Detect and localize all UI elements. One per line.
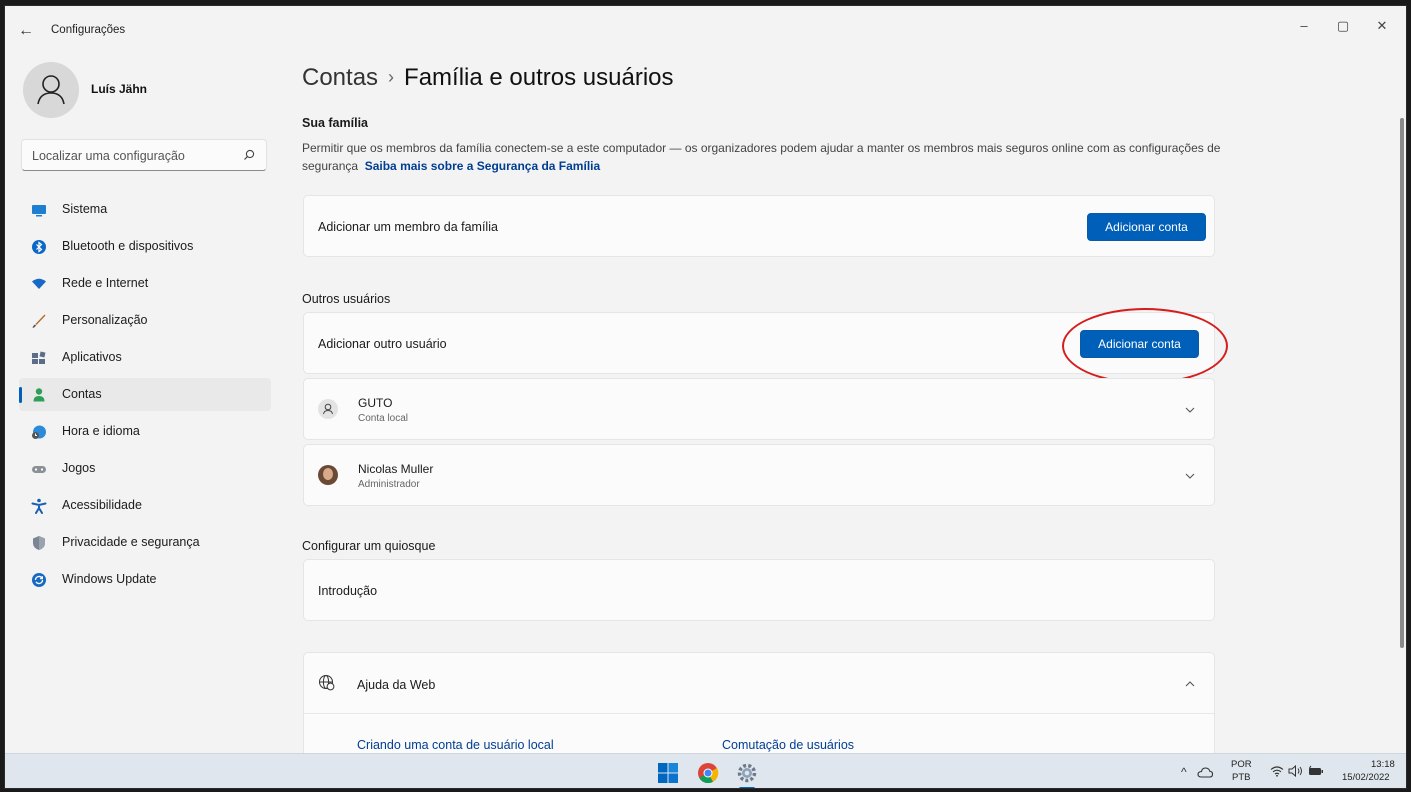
monitor-icon	[32, 205, 46, 217]
sidebar-item-label: Sistema	[62, 202, 108, 216]
tray-overflow-chevron-icon[interactable]: ^	[1181, 765, 1187, 779]
accessibility-icon	[31, 498, 47, 514]
breadcrumb-parent[interactable]: Contas	[302, 64, 378, 91]
chevron-down-icon[interactable]	[1184, 404, 1196, 416]
sidebar-item-windows-update[interactable]: Windows Update	[19, 563, 271, 596]
wifi-icon	[32, 278, 46, 289]
account-row-guto[interactable]: GUTO Conta local	[303, 378, 1215, 440]
title-bar: ← Configurações – ▢ ✕	[5, 6, 1406, 54]
back-button[interactable]: ←	[15, 20, 37, 42]
bluetooth-icon	[32, 240, 46, 254]
sidebar-item-label: Privacidade e segurança	[62, 535, 200, 549]
close-button[interactable]: ✕	[1367, 14, 1397, 38]
brush-icon	[32, 314, 46, 328]
account-name: Nicolas Muller	[358, 462, 434, 476]
settings-gear-icon[interactable]	[736, 762, 758, 784]
clock-time[interactable]: 13:18	[1371, 759, 1395, 770]
user-avatar[interactable]	[23, 62, 79, 118]
sidebar-item-label: Contas	[62, 387, 102, 401]
person-outline-icon	[37, 75, 65, 105]
sidebar-item-label: Rede e Internet	[62, 276, 149, 290]
sidebar-nav: Sistema Bluetooth e dispositivos Rede e …	[19, 193, 271, 600]
search-icon[interactable]	[242, 148, 256, 162]
sidebar-item-contas[interactable]: Contas	[19, 378, 271, 411]
sidebar-item-label: Acessibilidade	[62, 498, 142, 512]
breadcrumb-separator: ›	[388, 67, 395, 87]
clock-date[interactable]: 15/02/2022	[1342, 772, 1390, 783]
chevron-up-icon[interactable]	[1184, 678, 1196, 690]
family-heading: Sua família	[302, 116, 368, 130]
other-users-heading: Outros usuários	[302, 292, 391, 306]
avatar-face	[323, 468, 333, 480]
settings-window: ← Configurações – ▢ ✕ Luís Jähn Sistema …	[4, 5, 1407, 789]
chevron-down-icon[interactable]	[1184, 470, 1196, 482]
battery-icon[interactable]	[1308, 765, 1324, 777]
sidebar-item-label: Aplicativos	[62, 350, 122, 364]
sidebar-item-bluetooth[interactable]: Bluetooth e dispositivos	[19, 230, 271, 263]
add-other-user-label: Adicionar outro usuário	[318, 337, 447, 351]
sidebar-item-personalizacao[interactable]: Personalização	[19, 304, 271, 337]
person-outline-icon	[323, 403, 333, 415]
account-type: Administrador	[358, 479, 420, 490]
kiosk-heading: Configurar um quiosque	[302, 539, 436, 553]
sidebar-item-label: Personalização	[62, 313, 148, 327]
account-type: Conta local	[358, 413, 409, 424]
breadcrumb: Contas › Família e outros usuários	[302, 64, 674, 92]
web-help-header[interactable]: Ajuda da Web	[304, 653, 1214, 714]
add-other-account-button[interactable]: Adicionar conta	[1080, 330, 1199, 358]
account-avatar	[318, 399, 338, 419]
sidebar-item-rede[interactable]: Rede e Internet	[19, 267, 271, 300]
scrollbar[interactable]	[1400, 118, 1404, 748]
add-family-card: Adicionar um membro da família Adicionar…	[303, 195, 1215, 257]
account-row-nicolas[interactable]: Nicolas Muller Administrador	[303, 444, 1215, 506]
active-app-indicator	[739, 787, 755, 788]
sidebar-item-label: Windows Update	[62, 572, 157, 586]
account-name: GUTO	[358, 396, 393, 410]
chrome-icon[interactable]	[697, 762, 719, 784]
family-safety-link[interactable]: Saiba mais sobre a Segurança da Família	[365, 159, 600, 173]
kiosk-label: Introdução	[318, 584, 378, 598]
language-indicator-bottom[interactable]: PTB	[1232, 772, 1250, 783]
search-box[interactable]	[21, 139, 267, 171]
sidebar-item-label: Hora e idioma	[62, 424, 140, 438]
help-link-local-account[interactable]: Criando uma conta de usuário local	[357, 738, 554, 752]
gamepad-icon	[32, 466, 46, 473]
account-avatar	[318, 465, 338, 485]
person-icon	[33, 388, 45, 402]
web-help-title: Ajuda da Web	[357, 678, 436, 692]
scrollbar-thumb[interactable]	[1400, 118, 1404, 648]
sidebar-item-hora-idioma[interactable]: Hora e idioma	[19, 415, 271, 448]
cloud-icon[interactable]	[1197, 766, 1213, 778]
volume-icon[interactable]	[1288, 765, 1304, 777]
sidebar-item-label: Jogos	[62, 461, 96, 475]
restore-button[interactable]: ▢	[1328, 14, 1358, 38]
add-family-account-button[interactable]: Adicionar conta	[1087, 213, 1206, 241]
add-family-label: Adicionar um membro da família	[318, 220, 498, 234]
sidebar-item-label: Bluetooth e dispositivos	[62, 239, 194, 253]
sidebar-item-aplicativos[interactable]: Aplicativos	[19, 341, 271, 374]
language-indicator-top[interactable]: POR	[1231, 759, 1252, 770]
help-link-switch-users[interactable]: Comutação de usuários	[722, 738, 854, 752]
search-input[interactable]	[32, 147, 232, 165]
sidebar-item-sistema[interactable]: Sistema	[19, 193, 271, 226]
wifi-icon[interactable]	[1270, 765, 1284, 777]
apps-icon	[32, 351, 46, 364]
windows-start-icon[interactable]	[657, 762, 679, 784]
globe-help-icon	[319, 675, 335, 691]
taskbar: ^ POR PTB 13:18 15/02/2022	[5, 753, 1406, 788]
minimize-button[interactable]: –	[1289, 14, 1319, 38]
sidebar-item-acessibilidade[interactable]: Acessibilidade	[19, 489, 271, 522]
add-other-user-card: Adicionar outro usuário Adicionar conta	[303, 312, 1215, 374]
app-title: Configurações	[51, 24, 126, 36]
kiosk-card[interactable]: Introdução	[303, 559, 1215, 621]
globe-clock-icon	[32, 425, 46, 439]
family-description: Permitir que os membros da família conec…	[302, 139, 1222, 175]
update-icon	[32, 573, 46, 587]
shield-icon	[33, 536, 45, 550]
user-name: Luís Jähn	[91, 82, 148, 96]
sidebar-item-jogos[interactable]: Jogos	[19, 452, 271, 485]
sidebar-item-privacidade[interactable]: Privacidade e segurança	[19, 526, 271, 559]
page-title: Família e outros usuários	[404, 64, 674, 91]
